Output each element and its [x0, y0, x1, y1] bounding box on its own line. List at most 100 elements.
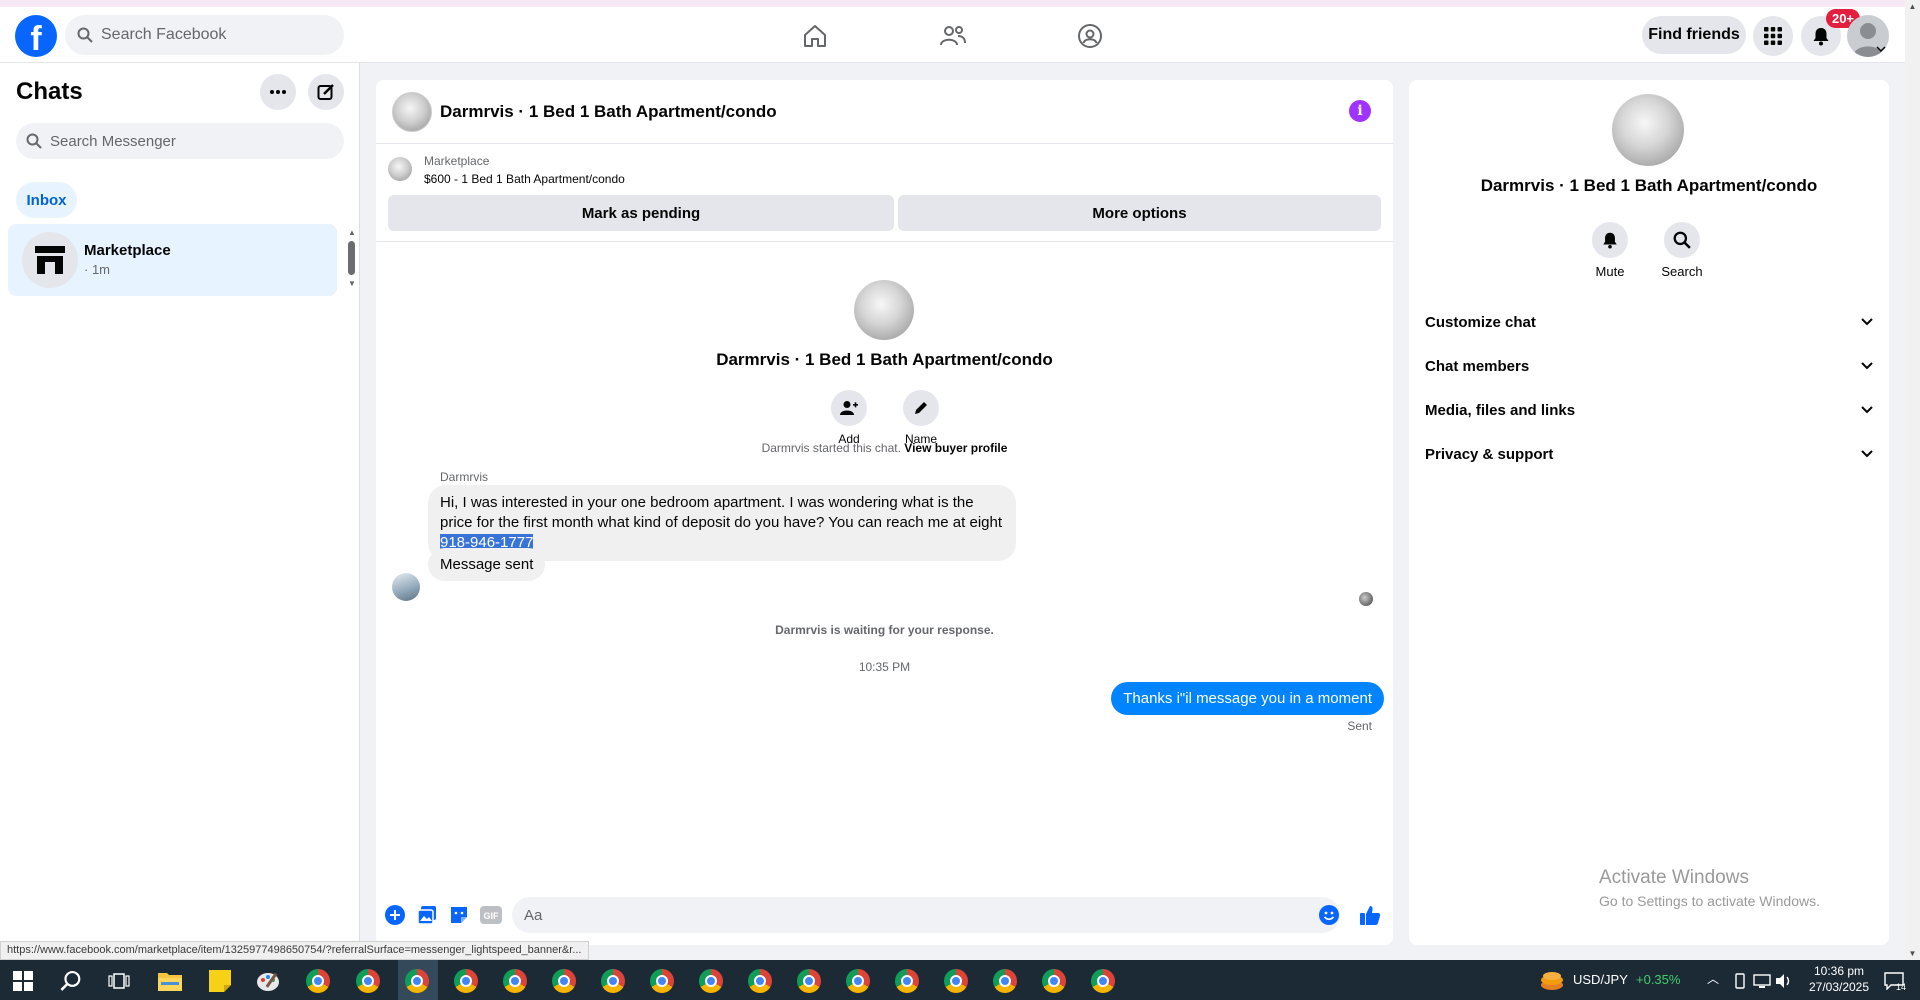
- outgoing-message-bubble[interactable]: Thanks i"il message you in a moment: [1111, 682, 1384, 715]
- search-icon: [77, 27, 93, 43]
- conversation-title[interactable]: Darmrvis · 1 Bed 1 Bath Apartment/condo: [440, 102, 777, 122]
- emoji-icon[interactable]: [1318, 904, 1340, 926]
- mute-action[interactable]: Mute: [1580, 222, 1640, 279]
- media-files-links-section[interactable]: Media, files and links: [1425, 388, 1873, 432]
- message-sent-bubble[interactable]: Message sent: [428, 548, 546, 581]
- top-navigation-bar: f Search Facebook Find friends 20+: [0, 0, 1905, 63]
- facebook-search-input[interactable]: Search Facebook: [65, 15, 344, 55]
- chat-members-section[interactable]: Chat members: [1425, 344, 1873, 388]
- sticker-icon[interactable]: [448, 904, 470, 926]
- link-status-bar: https://www.facebook.com/marketplace/ite…: [0, 941, 589, 960]
- windows-start-icon[interactable]: [10, 968, 36, 994]
- chrome-profile-icon[interactable]: [698, 968, 724, 994]
- chrome-profile-icon[interactable]: [845, 968, 871, 994]
- messenger-search-input[interactable]: Search Messenger: [16, 123, 344, 159]
- chrome-profile-icon[interactable]: [992, 968, 1018, 994]
- photo-gallery-icon[interactable]: [416, 904, 438, 926]
- conversation-avatar[interactable]: [392, 92, 432, 132]
- activate-windows-subtitle: Go to Settings to activate Windows.: [1599, 893, 1820, 909]
- chat-members-label: Chat members: [1425, 357, 1530, 375]
- chrome-profile-icon[interactable]: [453, 968, 479, 994]
- message-timestamp: 10:35 PM: [858, 660, 911, 674]
- scroll-up-arrow-icon[interactable]: ▲: [348, 228, 356, 237]
- chat-list-item[interactable]: Marketplace · 1m: [8, 224, 337, 296]
- taskbar-search-icon[interactable]: [58, 968, 84, 994]
- scroll-thumb[interactable]: [348, 241, 355, 275]
- conversation-header: Darmrvis · 1 Bed 1 Bath Apartment/condo …: [376, 80, 1393, 144]
- marketplace-label: Marketplace: [424, 154, 490, 168]
- chat-list-scrollbar[interactable]: ▲ ▼: [348, 228, 356, 298]
- chrome-profile-icon[interactable]: [355, 968, 381, 994]
- groups-icon[interactable]: [1075, 21, 1105, 51]
- search-icon[interactable]: [1664, 222, 1700, 258]
- gif-icon[interactable]: GIF: [480, 904, 502, 926]
- listing-thumbnail[interactable]: [388, 157, 412, 181]
- ticker-name[interactable]: USD/JPY: [1573, 972, 1628, 987]
- activate-windows-title: Activate Windows: [1599, 867, 1749, 888]
- privacy-support-section[interactable]: Privacy & support: [1425, 432, 1873, 476]
- find-friends-button[interactable]: Find friends: [1642, 16, 1746, 54]
- customize-chat-section[interactable]: Customize chat: [1425, 300, 1873, 344]
- chevron-down-icon: [1861, 450, 1873, 458]
- chrome-profile-icon[interactable]: [747, 968, 773, 994]
- bell-icon[interactable]: [1592, 222, 1628, 258]
- message-input[interactable]: Aa: [512, 897, 1340, 933]
- chrome-profile-icon[interactable]: [1041, 968, 1067, 994]
- scroll-down-arrow-icon[interactable]: ▼: [348, 279, 356, 288]
- listing-price-title[interactable]: $600 - 1 Bed 1 Bath Apartment/condo: [424, 172, 625, 186]
- chrome-profile-icon[interactable]: [649, 968, 675, 994]
- view-buyer-profile-link[interactable]: View buyer profile: [904, 441, 1007, 455]
- more-options-button[interactable]: More options: [898, 195, 1381, 231]
- chrome-icon[interactable]: [305, 968, 331, 994]
- clock[interactable]: 10:36 pm 27/03/2025: [1807, 964, 1871, 994]
- chrome-profile-icon[interactable]: [894, 968, 920, 994]
- incoming-message-text: Hi, I was interested in your one bedroom…: [440, 494, 1003, 531]
- mute-label: Mute: [1595, 264, 1625, 279]
- facebook-logo-icon[interactable]: f: [15, 15, 57, 57]
- sender-small-avatar[interactable]: [392, 573, 420, 601]
- scroll-up-arrow-icon[interactable]: ▲: [1905, 2, 1920, 11]
- account-chevron-down-icon[interactable]: [1876, 45, 1886, 53]
- chrome-profile-icon[interactable]: [502, 968, 528, 994]
- chrome-profile-icon[interactable]: [1090, 968, 1116, 994]
- chat-started-notice: Darmrvis started this chat. View buyer p…: [376, 441, 1393, 455]
- add-person-icon[interactable]: [831, 390, 867, 426]
- scroll-down-arrow-icon[interactable]: ▼: [1905, 949, 1920, 958]
- chevron-down-icon: [1861, 406, 1873, 414]
- search-label: Search: [1661, 264, 1703, 279]
- windows-taskbar: USD/JPY +0.35% ︿ 10:36 pm 27/03/2025 14: [0, 960, 1920, 1000]
- friends-icon[interactable]: [938, 21, 968, 51]
- volume-icon[interactable]: [1771, 968, 1797, 994]
- chrome-profile-icon[interactable]: [600, 968, 626, 994]
- chrome-profile-icon[interactable]: [404, 968, 430, 994]
- paint-app-icon[interactable]: [256, 968, 282, 994]
- new-message-button[interactable]: [308, 74, 344, 110]
- home-icon[interactable]: [800, 21, 830, 51]
- chrome-profile-icon[interactable]: [796, 968, 822, 994]
- chats-options-button[interactable]: [260, 74, 296, 110]
- name-chat-action[interactable]: Name: [891, 390, 951, 446]
- details-avatar[interactable]: [1612, 94, 1684, 166]
- search-in-chat-action[interactable]: Search: [1652, 222, 1712, 279]
- show-hidden-icons-chevron-up-icon[interactable]: ︿: [1707, 970, 1719, 987]
- mark-as-pending-button[interactable]: Mark as pending: [388, 195, 894, 231]
- waiting-response-notice: Darmrvis is waiting for your response.: [775, 623, 994, 637]
- menu-grid-icon[interactable]: [1753, 16, 1793, 56]
- file-explorer-icon[interactable]: [157, 968, 183, 994]
- inbox-tab[interactable]: Inbox: [16, 182, 77, 218]
- task-view-icon[interactable]: [106, 968, 132, 994]
- info-icon[interactable]: i: [1349, 100, 1371, 122]
- plus-circle-icon[interactable]: [384, 904, 406, 926]
- chrome-profile-icon[interactable]: [551, 968, 577, 994]
- conversation-profile-avatar: [854, 280, 914, 340]
- pencil-icon[interactable]: [903, 390, 939, 426]
- chat-started-text: Darmrvis started this chat.: [761, 441, 901, 455]
- marketplace-listing-strip: Marketplace $600 - 1 Bed 1 Bath Apartmen…: [376, 145, 1393, 242]
- add-people-action[interactable]: Add: [819, 390, 879, 446]
- thumbs-up-icon[interactable]: [1359, 904, 1381, 926]
- sticky-notes-icon[interactable]: [207, 968, 233, 994]
- page-scrollbar[interactable]: ▲ ▼: [1905, 0, 1920, 960]
- chrome-profile-icon[interactable]: [943, 968, 969, 994]
- messenger-search-placeholder: Search Messenger: [50, 132, 176, 150]
- market-ticker-icon[interactable]: [1539, 968, 1565, 994]
